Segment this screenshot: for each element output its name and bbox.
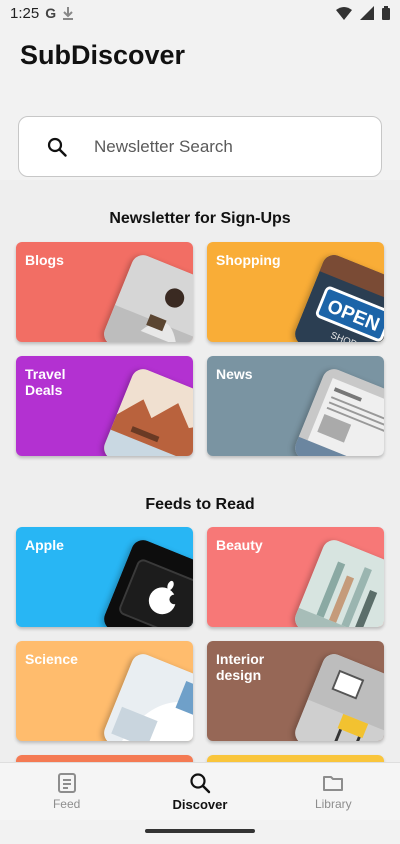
- card-beauty[interactable]: Beauty: [207, 527, 384, 627]
- travel-photo: [100, 365, 193, 456]
- app-screen: 1:25 G SubDiscover Newsletter Search New…: [0, 0, 400, 844]
- section-title-signups: Newsletter for Sign-Ups: [109, 210, 291, 227]
- nav-item-discover[interactable]: Discover: [140, 772, 260, 812]
- search-icon: [47, 137, 67, 157]
- news-photo: [291, 365, 384, 456]
- card-label: Travel Deals: [25, 366, 66, 398]
- card-partial-right[interactable]: [207, 755, 384, 762]
- card-shopping[interactable]: Shopping OPEN SHOP: [207, 242, 384, 342]
- folder-icon: [323, 776, 344, 791]
- apple-photo: [100, 536, 193, 627]
- battery-icon: [382, 6, 390, 20]
- status-bar: 1:25 G: [0, 0, 400, 26]
- search-bar[interactable]: [18, 116, 382, 177]
- section-title-feeds: Feeds to Read: [145, 496, 255, 513]
- interior-photo: [291, 650, 384, 741]
- card-label: Interior design: [216, 651, 265, 683]
- wifi-icon: [336, 6, 352, 20]
- card-label: Apple: [25, 537, 64, 553]
- nav-item-library[interactable]: Library: [273, 772, 393, 811]
- signup-grid: Blogs Shopping OPEN SHOP Travel Deals Ne…: [16, 242, 384, 456]
- shopping-photo: OPEN SHOP: [291, 251, 384, 342]
- home-indicator[interactable]: [145, 829, 255, 833]
- card-label: News: [216, 366, 253, 382]
- nav-label-library: Library: [314, 797, 352, 811]
- nav-label-feed: Feed: [52, 797, 81, 811]
- google-g-icon: G: [45, 5, 57, 21]
- blogs-photo: [100, 251, 193, 342]
- science-photo: [100, 650, 193, 741]
- card-label: Shopping: [216, 252, 281, 268]
- card-blogs[interactable]: Blogs: [16, 242, 193, 342]
- bottom-navigation: Feed Discover Library: [0, 762, 400, 820]
- discover-content[interactable]: Newsletter for Sign-Ups Blogs Shopping O…: [0, 180, 400, 762]
- card-science[interactable]: Science: [16, 641, 193, 741]
- signal-icon: [360, 6, 374, 20]
- feed-icon: [57, 773, 76, 793]
- card-travel-deals[interactable]: Travel Deals: [16, 356, 193, 456]
- card-label: Science: [25, 651, 78, 667]
- card-partial-left[interactable]: [16, 755, 193, 762]
- card-label: Blogs: [25, 252, 64, 268]
- download-icon: [63, 7, 74, 20]
- card-interior-design[interactable]: Interior design: [207, 641, 384, 741]
- card-apple[interactable]: Apple: [16, 527, 193, 627]
- page-title: SubDiscover: [20, 40, 186, 70]
- status-left: 1:25 G: [10, 5, 74, 22]
- search-icon: [190, 772, 211, 793]
- search-input[interactable]: [94, 136, 354, 157]
- nav-label-discover: Discover: [172, 796, 228, 812]
- feeds-grid: Apple Beauty Science Interior design: [16, 527, 384, 762]
- nav-item-feed[interactable]: Feed: [7, 772, 127, 811]
- status-right: [336, 6, 390, 20]
- beauty-photo: [291, 536, 384, 627]
- card-news[interactable]: News: [207, 356, 384, 456]
- card-label: Beauty: [216, 537, 263, 553]
- status-time: 1:25: [10, 4, 40, 22]
